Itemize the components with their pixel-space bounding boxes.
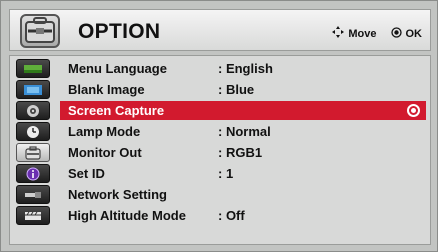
selected-ok-icon [407,104,420,117]
time-icon[interactable] [16,122,50,141]
category-sidebar [16,59,52,225]
ok-hint-label: OK [405,27,423,40]
option-toolbox-icon [20,14,60,48]
dpad-arrows-icon [332,26,345,41]
option-toolbox-icon[interactable] [16,143,50,162]
ok-button-icon [390,26,402,41]
menu-item-label: Blank Image [68,82,145,97]
menu-item-high-altitude-mode[interactable]: High Altitude Mode : Off [60,206,426,225]
menu-item-value: : Off [218,208,245,223]
info-icon[interactable] [16,164,50,183]
option-menu-list: Menu Language : English Blank Image : Bl… [60,59,426,225]
menu-item-value: : Normal [218,124,271,139]
menu-header: OPTION Move OK [9,9,431,51]
menu-item-label: High Altitude Mode [68,208,186,223]
menu-item-blank-image[interactable]: Blank Image : Blue [60,80,426,99]
menu-item-lamp-mode[interactable]: Lamp Mode : Normal [60,122,426,141]
menu-item-screen-capture[interactable]: Screen Capture [60,101,426,120]
menu-item-label: Lamp Mode [68,124,141,139]
move-hint-label: Move [348,27,377,40]
screen-icon[interactable] [16,80,50,99]
menu-item-monitor-out[interactable]: Monitor Out : RGB1 [60,143,426,162]
menu-item-value: : 1 [218,166,234,181]
menu-item-label: Network Setting [68,187,167,202]
menu-item-value: : Blue [218,82,255,97]
3d-glasses-icon[interactable] [16,206,50,225]
menu-item-label: Menu Language [68,61,167,76]
input-connector-icon[interactable] [16,185,50,204]
navigation-hint: Move OK [332,26,422,41]
picture-icon[interactable] [16,59,50,78]
menu-item-label: Screen Capture [68,103,165,118]
menu-item-value: : English [218,61,273,76]
menu-item-menu-language[interactable]: Menu Language : English [60,59,426,78]
menu-item-label: Set ID [68,166,105,181]
page-title: OPTION [78,20,161,43]
audio-icon[interactable] [16,101,50,120]
menu-item-network-setting[interactable]: Network Setting [60,185,426,204]
menu-item-label: Monitor Out [68,145,142,160]
menu-item-set-id[interactable]: Set ID : 1 [60,164,426,183]
menu-item-value: : RGB1 [218,145,263,160]
menu-body: Menu Language : English Blank Image : Bl… [9,55,431,245]
option-osd-window: OPTION Move OK Menu Language: English B… [0,0,438,252]
